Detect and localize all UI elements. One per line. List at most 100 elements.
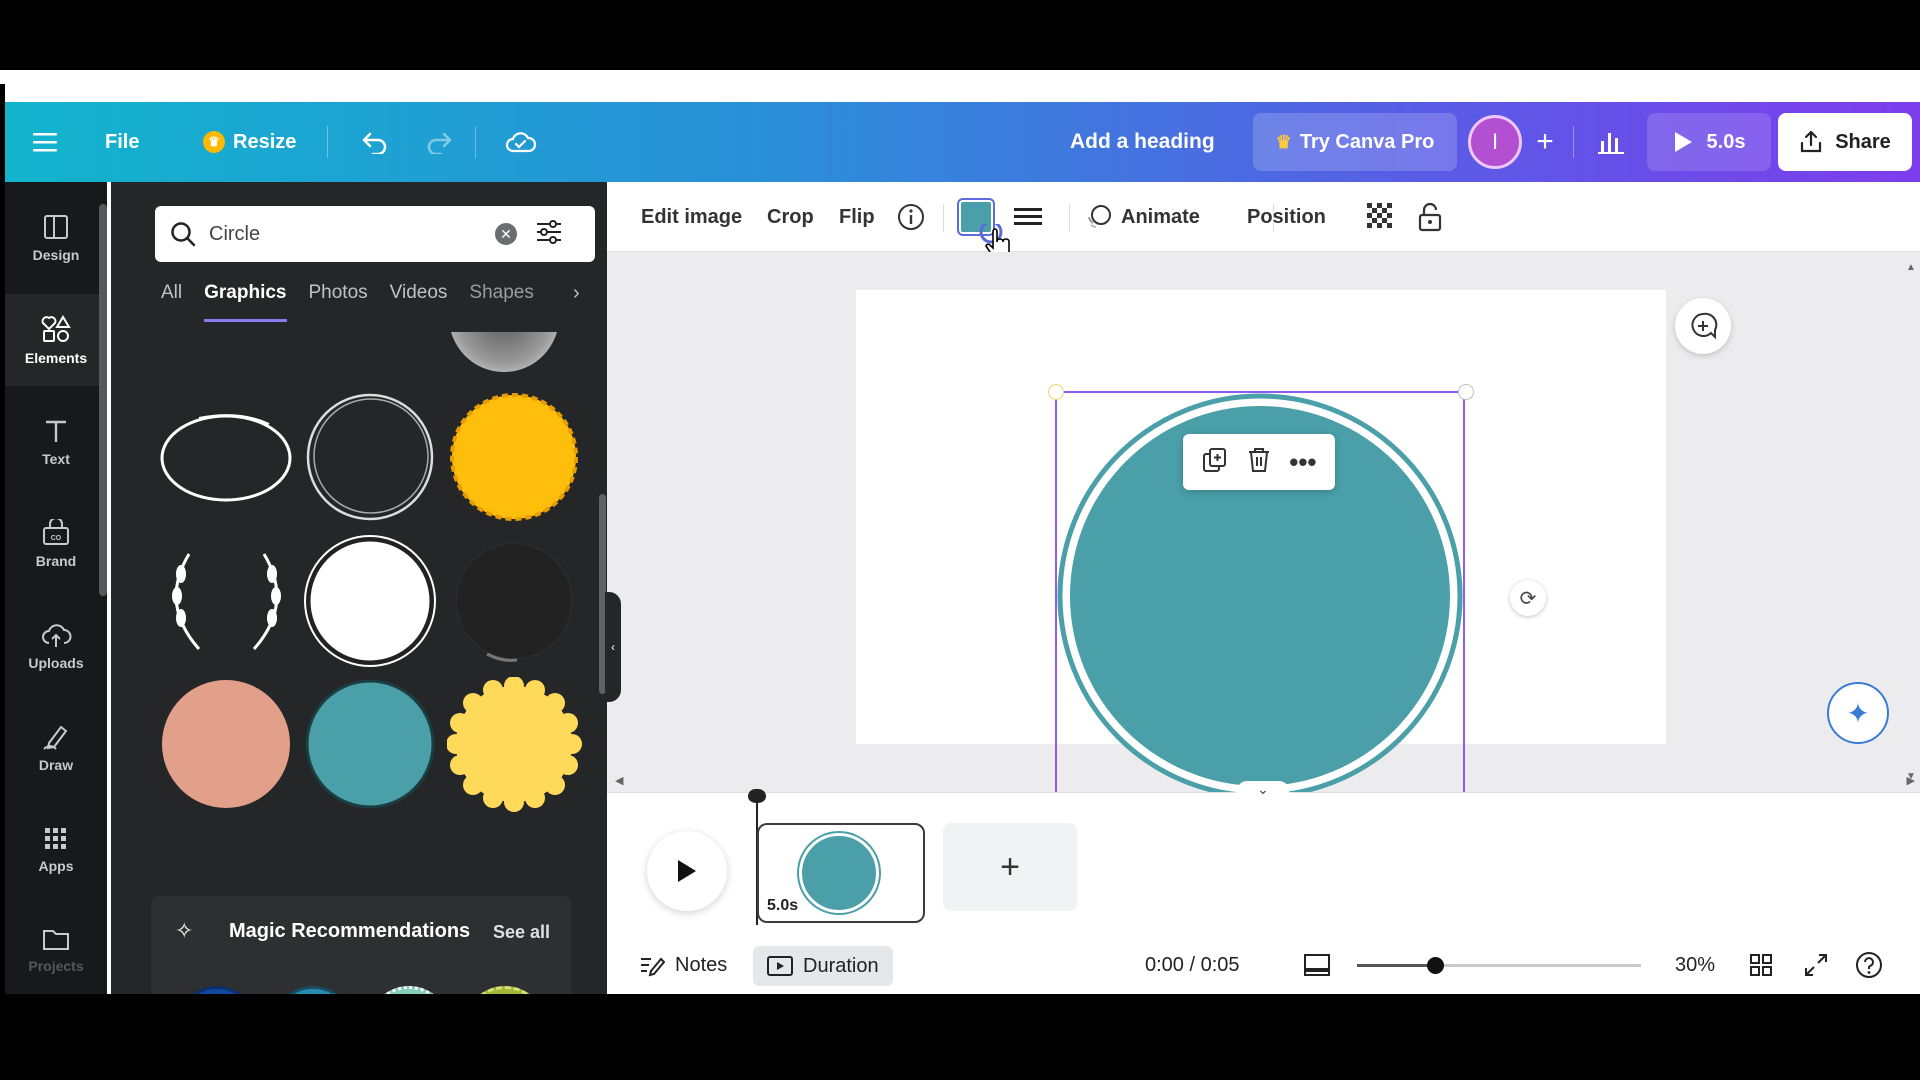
rail-label: Elements [24, 350, 88, 366]
try-canva-pro-button[interactable]: ♛ Try Canva Pro [1253, 113, 1457, 171]
close-icon: ✕ [500, 225, 512, 242]
clip-duration: 5.0s [767, 897, 799, 914]
graphic-hand-drawn-ellipse[interactable] [159, 390, 294, 525]
invite-button[interactable]: + [1525, 122, 1565, 162]
resize-handle-top-right[interactable] [1458, 384, 1474, 400]
rotate-handle[interactable]: ⟳ [1510, 580, 1546, 616]
rail-label: Draw [38, 757, 74, 773]
info-button[interactable] [897, 182, 925, 252]
animate-button[interactable]: Animate [1085, 182, 1200, 252]
redo-button[interactable] [419, 122, 459, 162]
resize-handle-top-left[interactable] [1048, 384, 1064, 400]
grid-view-button[interactable] [1749, 940, 1773, 990]
rail-item-projects[interactable]: Projects [5, 906, 107, 994]
timeline-clip[interactable]: 5.0s [757, 823, 925, 923]
share-button[interactable]: Share [1778, 113, 1912, 171]
search-input[interactable] [209, 222, 489, 246]
graphic-salmon-circle[interactable] [159, 677, 294, 812]
magic-assistant-button[interactable]: ✦ [1827, 682, 1889, 744]
draw-icon [43, 725, 68, 750]
fullscreen-button[interactable] [1803, 940, 1829, 990]
collapse-timeline-button[interactable]: ⌄ [1237, 781, 1289, 799]
clear-search-button[interactable]: ✕ [495, 223, 517, 245]
insights-button[interactable] [1589, 122, 1633, 162]
collapse-panel-handle[interactable]: ‹ [605, 592, 621, 702]
context-toolbar: Edit image Crop Flip Animate Position [607, 182, 1920, 260]
graphic-dark-circle[interactable] [447, 534, 582, 669]
tab-graphics[interactable]: Graphics [204, 282, 287, 322]
crop-button[interactable]: Crop [767, 182, 814, 252]
see-all-link[interactable]: See all [493, 922, 550, 943]
rail-item-text[interactable]: Text [5, 396, 107, 488]
graphic-teal-circle[interactable] [303, 677, 438, 812]
graphic-white-circle[interactable] [303, 534, 438, 669]
user-avatar[interactable]: I [1468, 115, 1522, 169]
animate-icon [1088, 205, 1111, 228]
page-view-button[interactable] [1303, 940, 1331, 990]
graphic-sketch-circle[interactable] [303, 390, 438, 525]
zoom-slider[interactable] [1357, 957, 1641, 974]
tabs-next-button[interactable]: › [573, 282, 580, 305]
menu-button[interactable] [25, 122, 65, 162]
duration-icon [767, 956, 793, 976]
notes-button[interactable]: Notes [639, 940, 727, 990]
tab-videos[interactable]: Videos [390, 282, 448, 322]
add-page-button[interactable]: + [943, 823, 1077, 911]
duplicate-button[interactable] [1201, 446, 1229, 479]
timeline-play-button[interactable] [647, 831, 727, 911]
rail-scrollbar[interactable] [99, 204, 107, 596]
filter-button[interactable] [535, 219, 563, 250]
info-icon [898, 204, 924, 230]
cloud-save-button[interactable] [499, 122, 543, 162]
notes-icon [641, 957, 665, 977]
lock-button[interactable] [1417, 182, 1443, 252]
letterbox-bottom [0, 994, 1920, 1080]
header-divider [327, 126, 328, 158]
border-style-button[interactable] [1013, 182, 1043, 252]
transparency-checker-icon [1367, 203, 1392, 228]
category-tabs: All Graphics Photos Videos Shapes [161, 282, 556, 322]
transparency-button[interactable] [1367, 182, 1395, 252]
rail-item-brand[interactable]: CO Brand [5, 498, 107, 590]
white-circle-graphic [304, 535, 436, 667]
edit-image-button[interactable]: Edit image [641, 182, 742, 252]
help-button[interactable] [1855, 940, 1883, 990]
duration-button[interactable]: Duration [753, 946, 893, 986]
rail-item-draw[interactable]: Draw [5, 702, 107, 794]
zoom-level[interactable]: 30% [1675, 940, 1715, 990]
undo-button[interactable] [355, 122, 395, 162]
workspace-vscrollbar[interactable]: ▲ ▼ [1906, 262, 1916, 782]
tab-shapes[interactable]: Shapes [469, 282, 533, 322]
delete-button[interactable] [1246, 446, 1272, 479]
zoom-slider-thumb[interactable] [1427, 957, 1444, 974]
chevron-right-icon: › [573, 282, 580, 304]
tab-all[interactable]: All [161, 282, 182, 322]
tab-photos[interactable]: Photos [309, 282, 368, 322]
animate-label: Animate [1121, 205, 1200, 228]
resize-button[interactable]: ♛ Resize [203, 122, 296, 162]
brand-icon: CO [43, 519, 69, 545]
add-comment-button[interactable] [1675, 298, 1731, 354]
graphic-orange-scribble[interactable] [447, 390, 582, 525]
more-options-button[interactable]: ••• [1289, 449, 1316, 475]
flip-button[interactable]: Flip [839, 182, 875, 252]
sparkle-icon: ✦ [1846, 697, 1870, 729]
rail-item-uploads[interactable]: Uploads [5, 600, 107, 692]
chevron-left-icon: ‹ [611, 640, 615, 654]
rail-label: Design [32, 247, 80, 263]
file-menu[interactable]: File [105, 122, 139, 162]
rail-item-elements[interactable]: Elements [5, 294, 107, 386]
graphic-yellow-scalloped[interactable] [446, 676, 582, 812]
design-title[interactable]: Add a heading [1070, 122, 1215, 162]
present-play-button[interactable]: 5.0s [1647, 113, 1771, 171]
header-divider [475, 126, 476, 158]
rail-item-apps[interactable]: Apps [5, 804, 107, 896]
orange-scribble-graphic [450, 393, 578, 521]
position-button[interactable]: Position [1247, 182, 1326, 252]
plus-icon: + [1000, 847, 1020, 886]
help-icon [1856, 952, 1882, 978]
graphic-laurel-wreath[interactable] [159, 534, 294, 669]
graphic-partial-top[interactable] [449, 332, 559, 372]
rail-label: Projects [28, 958, 84, 974]
rail-item-design[interactable]: Design [5, 192, 107, 284]
